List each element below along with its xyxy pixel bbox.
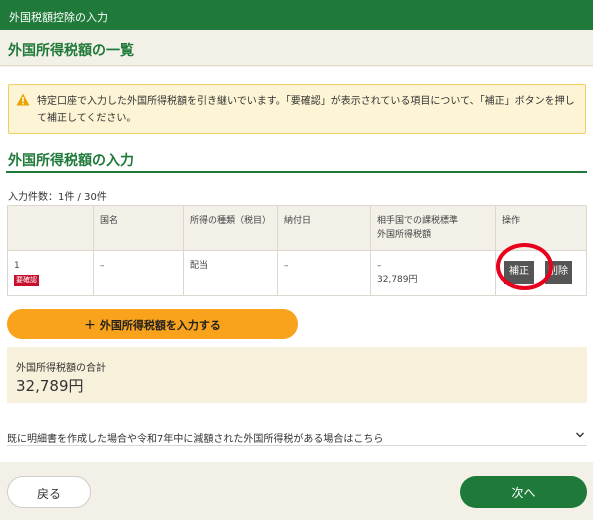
header-income-type: 所得の種類（税目）	[183, 205, 278, 251]
add-foreign-tax-button[interactable]: + 外国所得税額を入力する	[7, 309, 298, 339]
header-amount: 相手国での課税標準 外国所得税額	[370, 205, 496, 251]
tax-table: 国名 所得の種類（税目） 納付日 相手国での課税標準 外国所得税額 操作 1 要…	[7, 205, 587, 296]
total-box: 外国所得税額の合計 32,789円	[7, 347, 587, 403]
notice-text: 特定口座で入力した外国所得税額を引き継いでいます。「要確認」が表示されている項目…	[37, 96, 575, 124]
page-title-text: 外国所得税額の一覧	[8, 43, 134, 59]
row-number-cell: 1 要確認	[7, 250, 94, 296]
tax-amount-value: 32,789円	[377, 275, 418, 285]
add-button-label: 外国所得税額を入力する	[99, 319, 221, 332]
total-label: 外国所得税額の合計	[16, 363, 106, 374]
next-button[interactable]: 次へ	[460, 476, 587, 508]
total-value: 32,789円	[16, 377, 84, 395]
needs-review-badge: 要確認	[14, 275, 39, 286]
header-country: 国名	[93, 205, 184, 251]
header-actions: 操作	[495, 205, 587, 251]
app-title: 外国税額控除の入力	[9, 11, 108, 24]
payment-date-cell: –	[277, 250, 371, 296]
entry-count: 入力件数：1件 / 30件	[8, 192, 107, 203]
warning-icon	[16, 93, 30, 106]
tax-base-value: –	[377, 261, 382, 271]
amount-cell: – 32,789円	[370, 250, 496, 296]
header-payment-date: 納付日	[277, 205, 371, 251]
plus-icon: +	[84, 317, 96, 333]
table-header-row: 国名 所得の種類（税目） 納付日 相手国での課税標準 外国所得税額 操作	[7, 205, 587, 251]
section-title: 外国所得税額の入力	[8, 153, 134, 169]
accordion-toggle[interactable]: 既に明細書を作成した場合や令和7年中に減額された外国所得税がある場合はこちら	[7, 424, 587, 446]
highlight-circle	[496, 243, 553, 290]
row-number: 1	[14, 261, 20, 271]
notice-box: 特定口座で入力した外国所得税額を引き継いでいます。「要確認」が表示されている項目…	[8, 84, 586, 134]
page-title: 外国所得税額の一覧	[0, 30, 593, 66]
header-no	[7, 205, 94, 251]
back-button[interactable]: 戻る	[7, 476, 91, 508]
section-divider	[6, 171, 587, 173]
header-amount-line2: 外国所得税額	[377, 230, 432, 240]
chevron-down-icon	[576, 432, 584, 438]
income-type-cell: 配当	[183, 250, 278, 296]
accordion-text: 既に明細書を作成した場合や令和7年中に減額された外国所得税がある場合はこちら	[7, 434, 384, 445]
header-amount-line1: 相手国での課税標準	[377, 216, 459, 226]
country-cell: –	[93, 250, 184, 296]
app-header: 外国税額控除の入力	[0, 0, 593, 30]
